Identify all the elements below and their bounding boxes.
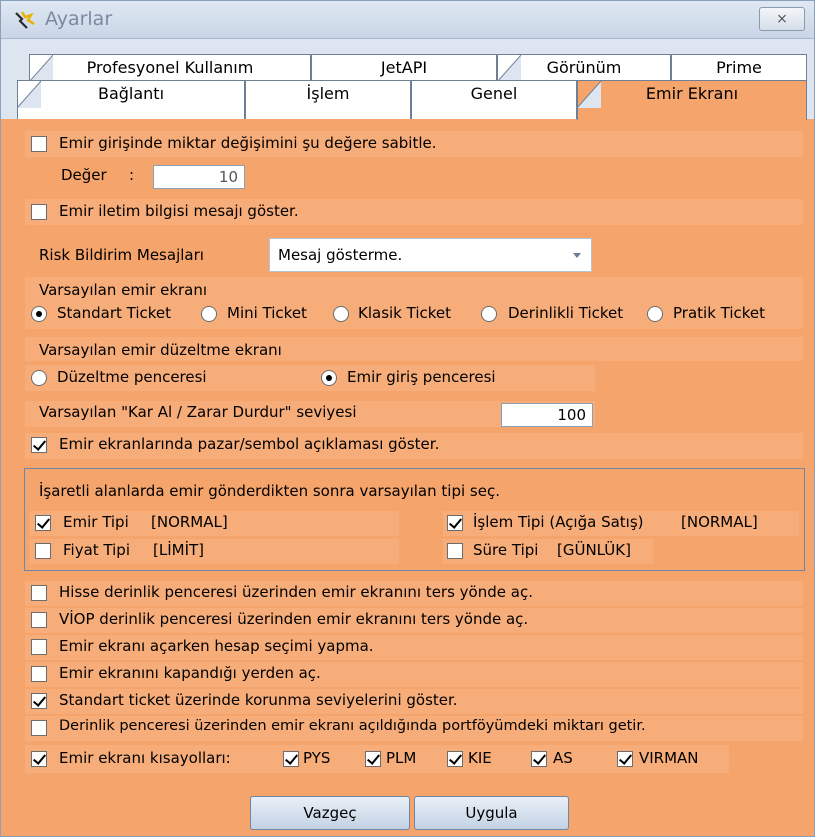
sure-tipi-label: Süre Tipi: [473, 541, 539, 559]
sure-tipi-value: [GÜNLÜK]: [557, 541, 631, 559]
emir-tipi-checkbox[interactable]: [35, 515, 51, 531]
close-icon: ⨯: [776, 11, 788, 27]
window-title: Ayarlar: [45, 8, 113, 30]
opt-standart-ticket: Standart Ticket: [57, 304, 172, 322]
risk-label: Risk Bildirim Mesajları: [39, 246, 204, 264]
radio-emir-giris-penceresi[interactable]: [321, 370, 337, 386]
option-label-1: VİOP derinlik penceresi üzerinden emir e…: [59, 610, 529, 628]
option-label-0: Hisse derinlik penceresi üzerinden emir …: [59, 583, 533, 601]
shortcut-kie-label: KIE: [468, 749, 492, 767]
tab-islem[interactable]: İşlem: [245, 80, 411, 119]
tab-strip: Profesyonel Kullanım JetAPI Görünüm Prim…: [1, 39, 814, 120]
opt-duzeltme-penceresi: Düzeltme penceresi: [57, 368, 207, 386]
emir-tipi-value: [NORMAL]: [151, 513, 228, 531]
shortcuts-checkbox[interactable]: [31, 751, 47, 767]
radio-duzeltme-penceresi[interactable]: [31, 370, 47, 386]
radio-klasik-ticket[interactable]: [333, 306, 349, 322]
option-checkbox-5[interactable]: [31, 720, 47, 736]
shortcut-kie-checkbox[interactable]: [447, 751, 463, 767]
deger-label: Değer: [61, 166, 107, 184]
pazar-checkbox[interactable]: [31, 437, 47, 453]
option-checkbox-3[interactable]: [31, 666, 47, 682]
group-title: İşaretli alanlarda emir gönderdikten son…: [39, 482, 500, 500]
option-label-4: Standart ticket üzerinde korunma seviyel…: [59, 691, 458, 709]
shortcut-virman-label: VIRMAN: [639, 749, 699, 767]
karzarar-label: Varsayılan "Kar Al / Zarar Durdur" seviy…: [39, 403, 357, 421]
fiyat-tipi-label: Fiyat Tipi: [63, 541, 130, 559]
option-checkbox-4[interactable]: [31, 693, 47, 709]
shortcut-virman-checkbox[interactable]: [617, 751, 633, 767]
tab-genel[interactable]: Genel: [411, 80, 577, 119]
settings-window: Ayarlar ⨯ Profesyonel Kullanım JetAPI Gö…: [0, 0, 815, 837]
opt-pratik-ticket: Pratik Ticket: [673, 304, 766, 322]
tab-gorunum[interactable]: Görünüm: [497, 54, 671, 82]
fix-qty-label: Emir girişinde miktar değişimini şu değe…: [59, 134, 437, 152]
islem-tipi-value: [NORMAL]: [681, 513, 758, 531]
apply-button[interactable]: Uygula: [414, 796, 569, 830]
opt-mini-ticket: Mini Ticket: [227, 304, 307, 322]
karzarar-input[interactable]: 100: [501, 403, 593, 427]
risk-selected: Mesaj gösterme.: [278, 246, 403, 264]
shortcut-plm-label: PLM: [386, 749, 417, 767]
opt-derinlikli-ticket: Derinlikli Ticket: [508, 304, 624, 322]
sure-tipi-checkbox[interactable]: [447, 543, 463, 559]
shortcut-pys-label: PYS: [303, 749, 331, 767]
deger-colon: :: [129, 166, 135, 184]
shortcut-pys-checkbox[interactable]: [283, 751, 299, 767]
default-screen-label: Varsayılan emir ekranı: [39, 281, 208, 299]
radio-derinlikli-ticket[interactable]: [481, 306, 497, 322]
radio-standart-ticket[interactable]: [31, 306, 47, 322]
radio-pratik-ticket[interactable]: [647, 306, 663, 322]
radio-mini-ticket[interactable]: [201, 306, 217, 322]
option-label-5: Derinlik penceresi üzerinden emir ekranı…: [59, 718, 646, 734]
chevron-down-icon: [573, 253, 581, 258]
shortcut-as-checkbox[interactable]: [531, 751, 547, 767]
islem-tipi-checkbox[interactable]: [447, 515, 463, 531]
option-checkbox-1[interactable]: [31, 612, 47, 628]
deger-input[interactable]: 10: [153, 165, 245, 189]
opt-klasik-ticket: Klasik Ticket: [358, 304, 452, 322]
cancel-button[interactable]: Vazgeç: [250, 796, 410, 830]
shortcut-as-label: AS: [553, 749, 573, 767]
opt-emir-giris-penceresi: Emir giriş penceresi: [347, 368, 496, 386]
option-label-3: Emir ekranını kapandığı yerden aç.: [59, 664, 321, 682]
fix-qty-checkbox[interactable]: [31, 136, 47, 152]
option-label-2: Emir ekranı açarken hesap seçimi yapma.: [59, 637, 374, 655]
tab-emir-ekrani[interactable]: Emir Ekranı: [577, 80, 807, 120]
risk-dropdown[interactable]: Mesaj gösterme.: [269, 238, 592, 272]
option-checkbox-0[interactable]: [31, 585, 47, 601]
islem-tipi-label: İşlem Tipi (Açığa Satış): [473, 513, 644, 531]
iletim-checkbox[interactable]: [31, 204, 47, 220]
shortcut-plm-checkbox[interactable]: [365, 751, 381, 767]
option-checkbox-2[interactable]: [31, 639, 47, 655]
default-edit-label: Varsayılan emir düzeltme ekranı: [39, 341, 282, 359]
tab-baglanti[interactable]: Bağlantı: [17, 80, 245, 119]
tab-prime[interactable]: Prime: [671, 54, 807, 80]
emir-tipi-label: Emir Tipi: [63, 513, 129, 531]
tab-jetapi[interactable]: JetAPI: [311, 54, 497, 80]
shortcuts-label: Emir ekranı kısayolları:: [59, 749, 231, 767]
title-bar: Ayarlar ⨯: [1, 1, 814, 39]
close-button[interactable]: ⨯: [759, 7, 805, 31]
pazar-label: Emir ekranlarında pazar/sembol açıklamas…: [59, 435, 440, 453]
app-icon: [15, 11, 35, 29]
fiyat-tipi-value: [LİMİT]: [153, 541, 205, 559]
iletim-label: Emir iletim bilgisi mesajı göster.: [59, 202, 299, 220]
fiyat-tipi-checkbox[interactable]: [35, 543, 51, 559]
tab-profesyonel-kullanim[interactable]: Profesyonel Kullanım: [29, 54, 311, 82]
